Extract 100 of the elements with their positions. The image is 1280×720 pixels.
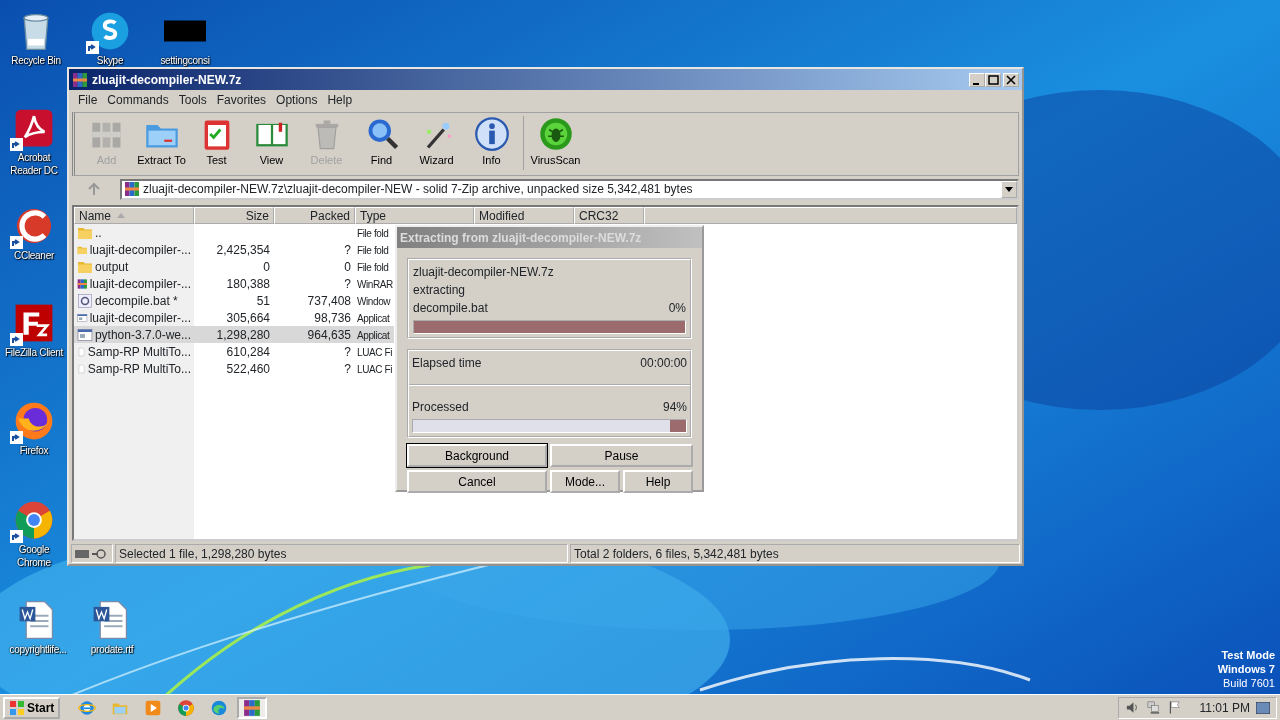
minimize-button[interactable] [969,72,985,87]
toolbar-button[interactable]: View [244,116,299,169]
system-watermark-text: Build 7601 [1223,676,1275,690]
archive-icon [243,698,262,717]
minimize-icon [973,82,979,85]
dialog-button[interactable]: Pause [550,444,693,467]
table-cell: 180,388 [226,277,270,291]
table-cell: File fold [357,244,389,256]
desktop-preview-icon [1256,701,1270,714]
table-cell: ? [344,277,351,291]
file-name: luajit-decompiler-... [89,242,191,259]
table-cell: 964,635 [307,328,351,342]
table-cell: 522,460 [226,362,270,376]
column-header[interactable]: Name [74,207,194,224]
chat-bubble-icon [89,10,131,52]
status-text: Total 2 folders, 6 files, 5,342,481 bytes [574,545,779,563]
desktop-shortcut[interactable]: Recycle Bin [4,8,68,67]
desktop-shortcut[interactable]: Firefox [2,398,66,457]
column-header[interactable]: Packed [274,207,355,224]
menu-item[interactable]: Options [271,91,323,109]
elapsed-time: 00:00:00 [640,355,687,372]
close-button[interactable] [1003,72,1019,87]
toolbar-button[interactable]: Info [464,116,519,169]
drive-icon [75,549,89,558]
toolbar-button[interactable]: Wizard [409,116,464,169]
column-header[interactable]: CRC32 [574,207,644,224]
archive-icon [77,276,88,292]
file-row[interactable]: luajit-decompiler-... 180,388 ? WinRAR [74,275,394,292]
table-cell: File fold [357,261,389,273]
desktop-shortcut[interactable]: Acrobat Reader DC [2,105,66,177]
table-cell: WinRAR [357,278,393,290]
dialog-button[interactable]: Help [623,470,693,493]
action-text: extracting [413,282,467,299]
column-header[interactable]: Type [355,207,474,224]
toolbar-button[interactable]: Extract To [134,116,189,169]
path-field[interactable]: zluajit-decompiler-NEW.7z\zluajit-decompiler-NEW - solid 7-Zip archive, unpacked size 5,342,481 bytes [120,178,1019,200]
info-icon [473,116,510,152]
menu-item[interactable]: File [73,91,103,109]
table-cell: 51 [256,294,270,308]
menu-item[interactable]: Commands [102,91,174,109]
browser-icon [177,698,196,717]
file-name: output [95,259,129,276]
archive-icon [124,181,140,197]
dialog-button[interactable]: Mode... [550,470,620,493]
table-cell: LUAC Fi [357,346,392,358]
table-cell: 610,284 [226,345,270,359]
table-cell: 305,664 [226,311,270,325]
taskbar-button[interactable] [237,696,268,719]
desktop-shortcut[interactable]: settingconsi [153,8,217,67]
file-row[interactable]: decompile.bat * 51 737,408 Window [74,292,394,309]
desktop-shortcut[interactable]: CCleaner [2,203,66,262]
speaker-icon[interactable] [1124,700,1140,715]
table-cell: 98,736 [314,311,351,325]
show-desktop-button[interactable] [1256,701,1270,714]
key-icon [92,548,106,559]
dialog-button[interactable]: Background [407,444,547,467]
file-name: decompile.bat [413,300,488,317]
column-header[interactable]: Size [194,207,274,224]
desktop-shortcut[interactable]: Google Chrome [2,497,66,569]
file-row[interactable]: luajit-decompiler-... 305,664 98,736 Applicat [74,309,394,326]
network-icon[interactable] [1145,700,1161,715]
file-name: .. [95,225,102,242]
system-watermark-text: Windows 7 [1217,662,1275,676]
maximize-icon [988,74,999,85]
file-name: python-3.7.0-we... [94,327,191,344]
dropdown-button[interactable] [1001,180,1017,198]
desktop-shortcut[interactable]: Skype [78,8,142,67]
percent-text: 0% [668,300,686,317]
clock-text: 11:01 PM [1199,699,1250,717]
table-cell: ? [344,362,351,376]
file-row[interactable]: output 0 0 File fold [74,258,394,275]
dialog-title: Extracting from zluajit-decompiler-NEW.7z [400,229,642,247]
dialog-button[interactable]: Cancel [407,470,547,493]
table-cell: Applicat [357,312,390,324]
toolbar-button[interactable]: Find [354,116,409,169]
file-row[interactable]: Samp-RP MultiTo... 610,284 ? LUAC Fi [74,343,394,360]
status-text: Selected 1 file, 1,298,280 bytes [119,545,287,563]
desktop-shortcut[interactable]: FileZilla Client [2,300,66,359]
menu-item[interactable]: Favorites [211,91,272,109]
toolbar-button[interactable]: VirusScan [528,116,583,169]
bug-scan-icon [537,116,574,152]
menu-item[interactable]: Tools [173,91,212,109]
file-row[interactable]: .. File fold [74,224,394,241]
table-cell: Window [357,295,391,307]
maximize-button[interactable] [985,72,1001,87]
blank-file-icon [77,344,86,360]
table-cell: 737,408 [307,294,351,308]
file-row[interactable]: luajit-decompiler-... 2,425,354 ? File fold [74,241,394,258]
start-button[interactable]: Start [3,696,61,719]
gear-file-icon [77,293,93,309]
table-cell: LUAC Fi [357,363,392,375]
up-arrow-icon [87,182,101,196]
table-cell: 0 [263,260,270,274]
sort-icon [117,213,125,218]
file-row[interactable]: python-3.7.0-we... 1,298,280 964,635 Applicat [74,326,394,343]
column-header[interactable]: Modified [474,207,574,224]
toolbar-button[interactable]: Test [189,116,244,169]
file-row[interactable]: Samp-RP MultiTo... 522,460 ? LUAC Fi [74,360,394,377]
browser-e-icon [78,698,97,717]
menu-item[interactable]: Help [322,91,358,109]
